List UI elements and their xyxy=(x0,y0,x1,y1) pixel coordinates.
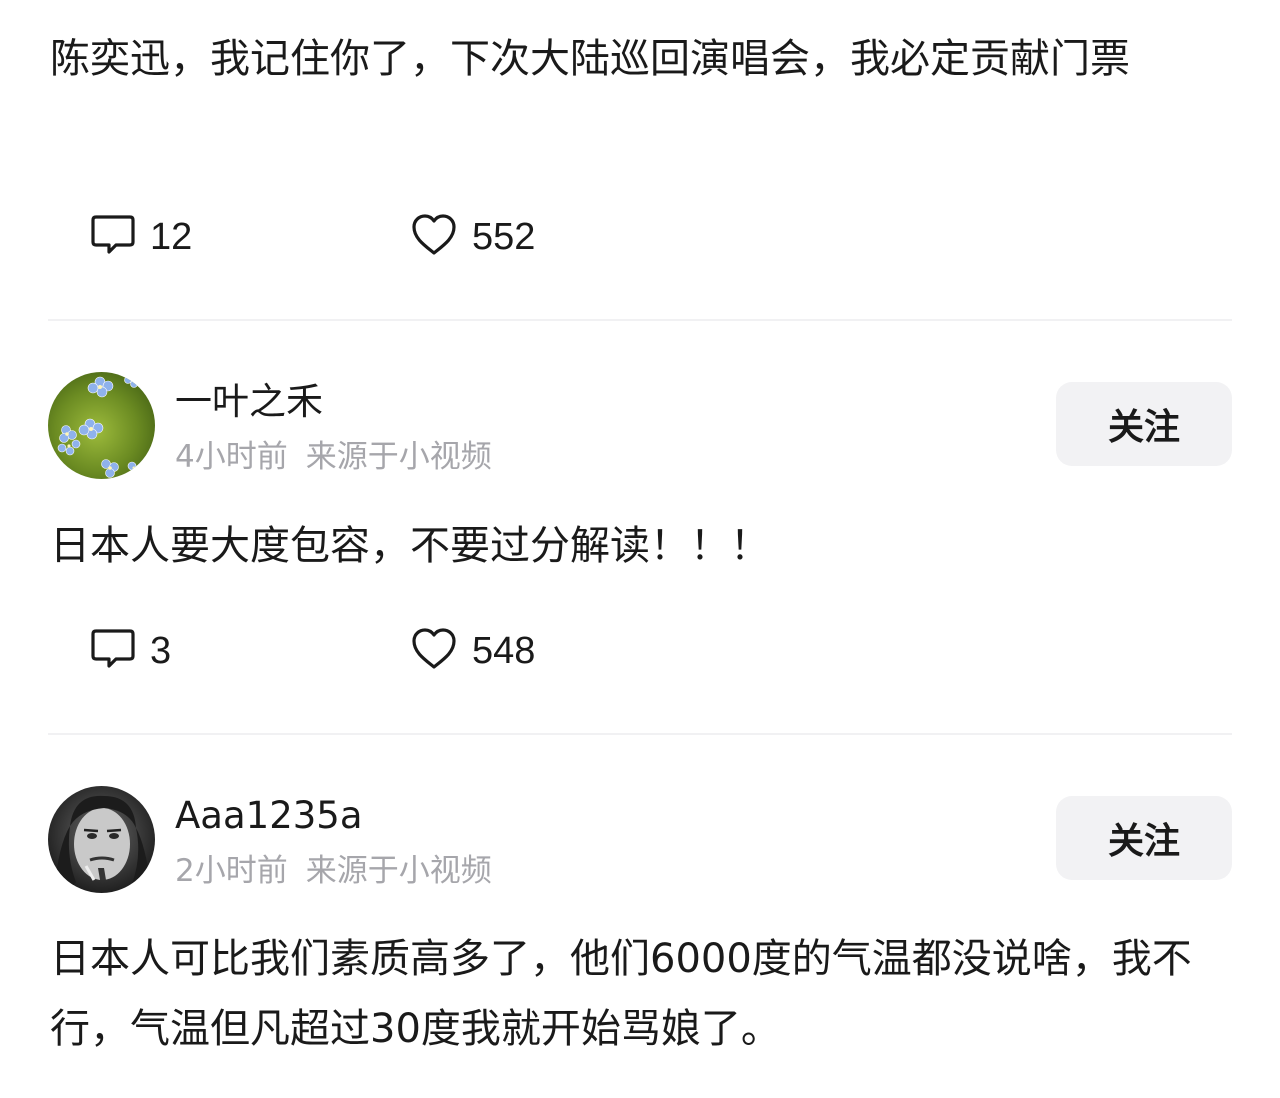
heart-icon xyxy=(410,213,458,261)
divider xyxy=(48,733,1232,735)
comment-actions: 3 548 xyxy=(90,626,535,676)
comment-text: 日本人可比我们素质高多了，他们6000度的气温都没说啥，我不行，气温但凡超过30… xyxy=(50,936,1192,1052)
like-button[interactable]: 548 xyxy=(410,627,535,675)
comment-bubble-icon xyxy=(90,213,136,261)
like-button[interactable]: 552 xyxy=(410,213,535,261)
reply-count: 3 xyxy=(150,630,172,672)
comment-text: 日本人要大度包容，不要过分解读！！！ xyxy=(50,523,770,569)
timestamp: 2小时前 xyxy=(175,853,288,889)
follow-button[interactable]: 关注 xyxy=(1056,796,1232,880)
comment-text: 陈奕迅，我记住你了，下次大陆巡回演唱会，我必定贡献门票 xyxy=(50,36,1130,82)
portrait-avatar-icon xyxy=(48,786,155,893)
author-row: Aaa1235a 2小时前 来源于小视频 关注 xyxy=(48,786,1232,894)
like-count: 552 xyxy=(472,216,536,258)
follow-button[interactable]: 关注 xyxy=(1056,382,1232,466)
comment-meta: 4小时前 来源于小视频 xyxy=(175,436,492,478)
avatar[interactable] xyxy=(48,372,155,479)
divider xyxy=(48,319,1232,321)
reply-button[interactable]: 3 xyxy=(90,627,410,675)
username[interactable]: Aaa1235a xyxy=(175,792,363,840)
comment-actions: 12 552 xyxy=(90,212,535,262)
reply-button[interactable]: 12 xyxy=(90,213,410,261)
reply-count: 12 xyxy=(150,216,193,258)
comment-bubble-icon xyxy=(90,627,136,675)
flower-avatar-icon xyxy=(48,372,155,479)
author-row: 一叶之禾 4小时前 来源于小视频 关注 xyxy=(48,372,1232,480)
heart-icon xyxy=(410,627,458,675)
source-label: 来源于小视频 xyxy=(305,439,492,475)
like-count: 548 xyxy=(472,630,536,672)
source-label: 来源于小视频 xyxy=(305,853,492,889)
username[interactable]: 一叶之禾 xyxy=(175,378,323,426)
avatar[interactable] xyxy=(48,786,155,893)
comment-feed: 陈奕迅，我记住你了，下次大陆巡回演唱会，我必定贡献门票 12 552 一叶之禾 … xyxy=(0,0,1280,1098)
timestamp: 4小时前 xyxy=(175,439,288,475)
comment-meta: 2小时前 来源于小视频 xyxy=(175,850,492,892)
